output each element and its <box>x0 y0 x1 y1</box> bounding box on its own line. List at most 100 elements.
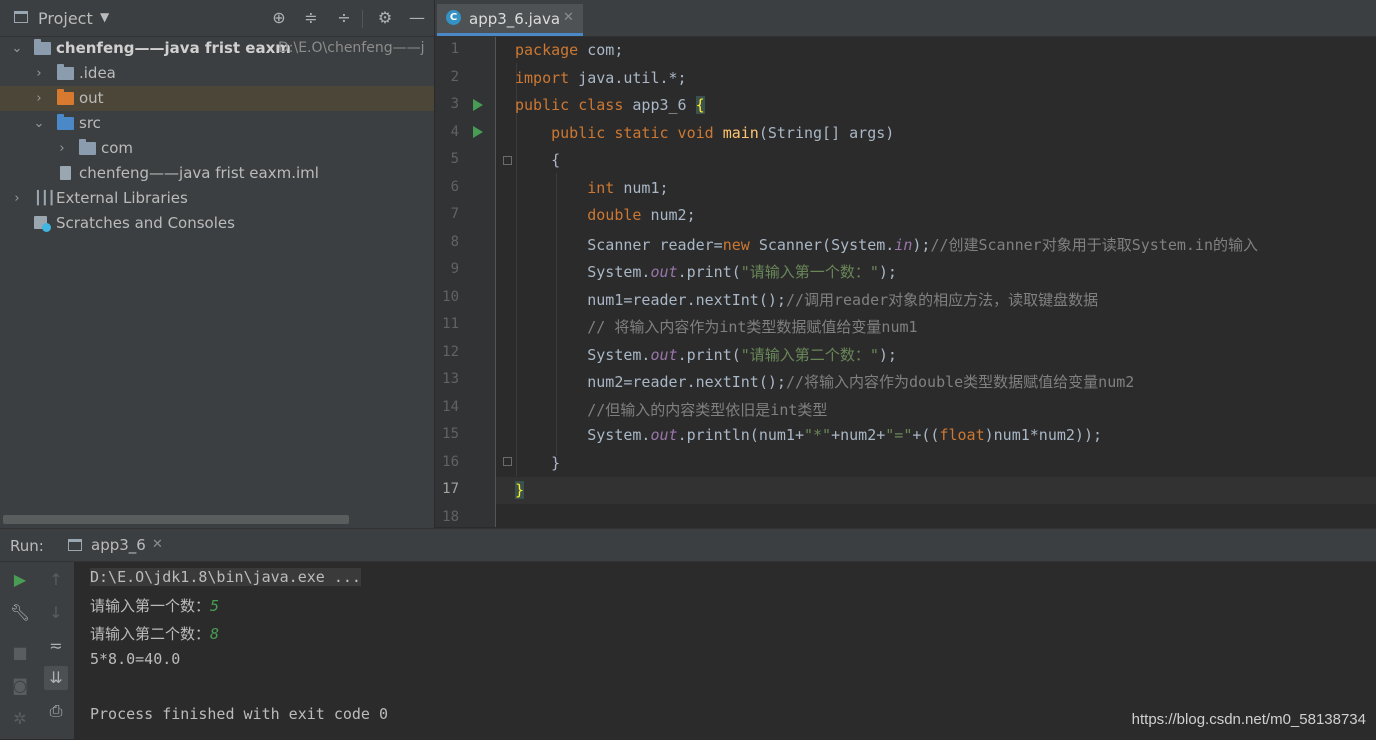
chevron-right-icon[interactable]: › <box>10 186 24 211</box>
line-number: 4 <box>450 124 459 140</box>
tree-item-label: External Libraries <box>56 189 188 207</box>
tab-label: app3_6.java <box>469 10 561 28</box>
expand-all-icon[interactable]: ≑ <box>300 6 322 30</box>
arrow-up-icon[interactable]: ↑ <box>44 568 68 592</box>
tab-app3-6-java[interactable]: C app3_6.java ✕ <box>437 4 583 36</box>
code-line-10: num1=reader.nextInt();//调用reader对象的相应方法，… <box>515 291 1099 309</box>
code-line-13: num2=reader.nextInt();//将输入内容作为double类型数… <box>515 373 1135 391</box>
tree-item-label: com <box>101 139 134 157</box>
chevron-down-icon[interactable]: ▼ <box>100 10 109 24</box>
line-number: 16 <box>442 454 459 470</box>
minimize-icon[interactable]: — <box>406 6 428 30</box>
line-number: 2 <box>450 69 459 85</box>
chevron-down-icon[interactable]: ⌄ <box>32 111 46 136</box>
tree-item-out[interactable]: › out <box>0 86 434 111</box>
line-number: 8 <box>450 234 459 250</box>
line-number: 5 <box>450 151 459 167</box>
print-icon[interactable]: ⎙ <box>44 699 68 723</box>
tree-item-label: out <box>79 89 104 107</box>
library-icon: ┃┃┃ <box>34 191 56 206</box>
line-number: 11 <box>442 316 459 332</box>
tree-item-com[interactable]: › com <box>0 136 434 161</box>
code-line-7: double num2; <box>515 206 696 224</box>
file-icon <box>60 166 71 180</box>
fold-marker-icon[interactable] <box>503 156 512 165</box>
module-path: D:\E.O\chenfeng——j <box>278 40 425 56</box>
code-line-17: } <box>515 481 525 499</box>
code-line-16: } <box>515 454 561 472</box>
line-number: 12 <box>442 344 459 360</box>
rerun-icon[interactable]: ▶ <box>8 568 32 592</box>
console-line-result: 5*8.0=40.0 <box>90 650 181 668</box>
console-command-line: D:\E.O\jdk1.8\bin\java.exe ... <box>90 568 361 586</box>
line-number: 13 <box>442 371 459 387</box>
line-number: 14 <box>442 399 459 415</box>
console-icon <box>68 539 82 551</box>
close-icon[interactable]: ✕ <box>563 10 574 25</box>
chevron-right-icon[interactable]: › <box>32 86 46 111</box>
arrow-down-icon[interactable]: ↓ <box>44 601 68 625</box>
run-panel-header <box>0 529 1376 562</box>
line-number: 9 <box>450 261 459 277</box>
current-line-highlight <box>496 477 1376 504</box>
soft-wrap-icon[interactable]: ≂ <box>44 634 68 658</box>
tree-item-label: chenfeng——java frist eaxm.iml <box>79 164 319 182</box>
line-number: 7 <box>450 206 459 222</box>
stop-icon[interactable]: ■ <box>8 641 32 665</box>
source-folder-icon <box>57 114 74 130</box>
run-toolbar: ▶ 🔧︎ ■ ◙ ✲ ↑ ↓ ≂ ⇊ ⎙ <box>0 562 74 739</box>
tree-item-external-libraries[interactable]: › ┃┃┃ External Libraries <box>0 186 434 211</box>
scroll-to-end-icon[interactable]: ⇊ <box>44 666 68 690</box>
run-tab-app3-6[interactable]: app3_6 ✕ <box>58 529 174 561</box>
package-icon <box>79 139 96 155</box>
camera-icon[interactable]: ◙ <box>8 674 32 698</box>
run-main-icon[interactable] <box>473 126 483 138</box>
code-line-9: System.out.print("请输入第一个数："); <box>515 263 897 281</box>
chevron-right-icon[interactable]: › <box>32 61 46 86</box>
code-line-3: public class app3_6 { <box>515 96 705 114</box>
run-tab-label: app3_6 <box>91 536 146 554</box>
tree-item-iml-file[interactable]: chenfeng——java frist eaxm.iml <box>0 161 434 186</box>
tree-item-idea[interactable]: › .idea <box>0 61 434 86</box>
line-number-current: 17 <box>442 481 459 497</box>
code-line-8: Scanner reader=new Scanner(System.in);//… <box>515 236 1258 254</box>
tree-item-scratches[interactable]: Scratches and Consoles <box>0 211 434 236</box>
code-line-11: // 将输入内容作为int类型数据赋值给变量num1 <box>515 318 918 336</box>
clock-badge-icon <box>42 223 51 232</box>
module-folder-icon <box>34 39 51 55</box>
line-number: 18 <box>442 509 459 525</box>
tree-item-label: Scratches and Consoles <box>56 214 235 232</box>
tree-item-module-root[interactable]: ⌄ chenfeng——java frist eaxm D:\E.O\chenf… <box>0 36 434 61</box>
chevron-right-icon[interactable]: › <box>55 136 69 161</box>
locate-icon[interactable]: ⊕ <box>268 6 290 30</box>
project-window-icon <box>14 11 28 23</box>
tree-item-src[interactable]: ⌄ src <box>0 111 434 136</box>
tree-item-label: src <box>79 114 101 132</box>
line-number: 6 <box>450 179 459 195</box>
line-number: 1 <box>450 41 459 57</box>
line-number: 3 <box>450 96 459 112</box>
wrench-icon[interactable]: 🔧︎ <box>8 601 32 625</box>
code-line-14: //但输入的内容类型依旧是int类型 <box>515 401 828 419</box>
code-line-6: int num1; <box>515 179 669 197</box>
code-line-15: System.out.println(num1+"*"+num2+"="+((f… <box>515 426 1103 444</box>
project-panel-header: Project ▼ ⊕ ≑ ÷ ⚙ — <box>0 0 434 37</box>
watermark-url: https://blog.csdn.net/m0_58138734 <box>1131 711 1366 728</box>
close-icon[interactable]: ✕ <box>152 537 163 552</box>
gear-icon[interactable]: ⚙ <box>374 6 396 30</box>
fold-marker-icon[interactable] <box>503 457 512 466</box>
tree-item-label: chenfeng——java frist eaxm <box>56 39 291 57</box>
project-panel-title[interactable]: Project <box>38 9 93 28</box>
run-class-icon[interactable] <box>473 99 483 111</box>
console-line-prompt-1: 请输入第一个数：5 <box>90 597 220 615</box>
console-line-prompt-2: 请输入第二个数：8 <box>90 625 220 643</box>
project-horizontal-scrollbar[interactable] <box>3 515 349 524</box>
chevron-down-icon[interactable]: ⌄ <box>10 36 24 61</box>
settings-icon[interactable]: ✲ <box>8 707 32 731</box>
java-class-icon: C <box>446 10 461 25</box>
folder-icon <box>57 64 74 80</box>
line-number: 15 <box>442 426 459 442</box>
code-line-2: import java.util.*; <box>515 69 687 87</box>
collapse-all-icon[interactable]: ÷ <box>333 6 355 30</box>
code-line-5: { <box>515 151 561 169</box>
